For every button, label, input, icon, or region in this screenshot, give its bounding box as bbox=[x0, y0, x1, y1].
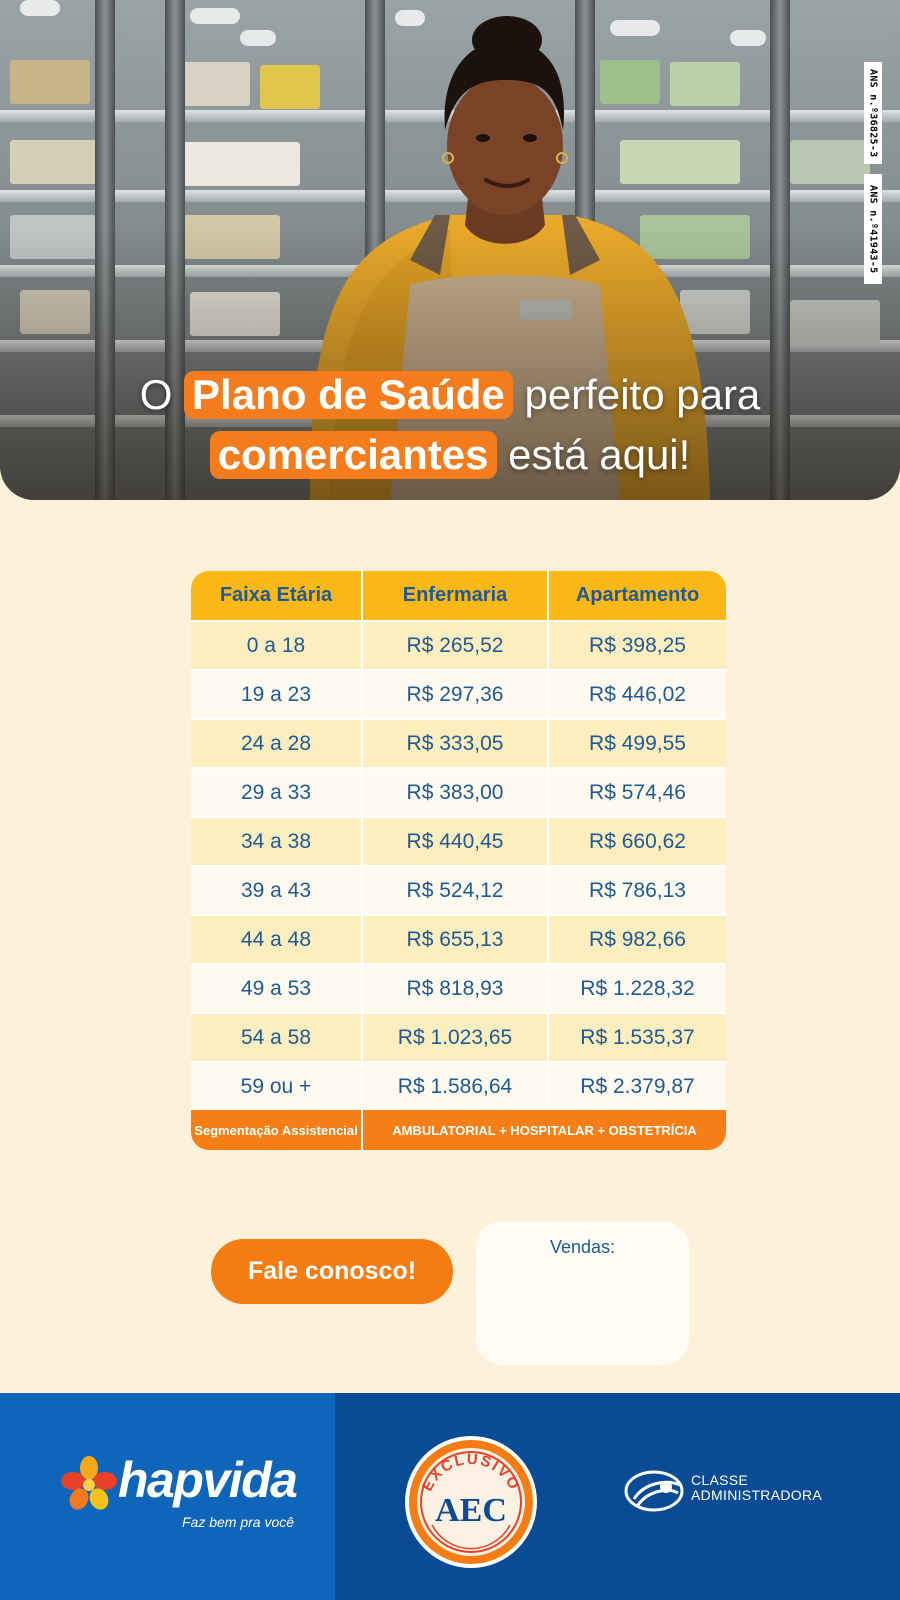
room-price-cell: R$ 446,02 bbox=[549, 671, 726, 718]
room-price-cell: R$ 982,66 bbox=[549, 916, 726, 963]
room-price-cell: R$ 786,13 bbox=[549, 867, 726, 914]
segmentation-value: AMBULATORIAL + HOSPITALAR + OBSTETRÍCIA bbox=[363, 1110, 726, 1150]
exclusivo-aec-seal: EXCLUSIVO AEC bbox=[405, 1436, 537, 1568]
age-range-cell: 49 a 53 bbox=[191, 965, 363, 1012]
table-row: 24 a 28 R$ 333,05 R$ 499,55 bbox=[191, 718, 726, 767]
age-range-cell: 34 a 38 bbox=[191, 818, 363, 865]
table-row: 49 a 53 R$ 818,93 R$ 1.228,32 bbox=[191, 963, 726, 1012]
ward-price-cell: R$ 297,36 bbox=[363, 671, 549, 718]
ans-registration-2: ANS n.º41943-5 bbox=[864, 174, 882, 284]
table-row: 19 a 23 R$ 297,36 R$ 446,02 bbox=[191, 669, 726, 718]
ward-price-cell: R$ 333,05 bbox=[363, 720, 549, 767]
age-range-cell: 59 ou + bbox=[191, 1063, 363, 1110]
table-row: 29 a 33 R$ 383,00 R$ 574,46 bbox=[191, 767, 726, 816]
classe-line2: ADMINISTRADORA bbox=[691, 1487, 822, 1503]
footer-brands: hapvida Faz bem pra você EXCLUSIVO AEC C… bbox=[0, 1393, 900, 1600]
room-price-cell: R$ 398,25 bbox=[549, 622, 726, 669]
headline-suffix-2: está aqui! bbox=[508, 431, 691, 478]
classe-logo-icon bbox=[624, 1470, 684, 1512]
seal-center-text: AEC bbox=[435, 1492, 507, 1529]
contact-us-button[interactable]: Fale conosco! bbox=[211, 1239, 453, 1304]
room-price-cell: R$ 1.228,32 bbox=[549, 965, 726, 1012]
ans-registration-1: ANS n.º36825-3 bbox=[864, 62, 882, 164]
headline-suffix-1: perfeito para bbox=[524, 371, 761, 418]
room-price-cell: R$ 1.535,37 bbox=[549, 1014, 726, 1061]
hapvida-tagline: Faz bem pra você bbox=[182, 1514, 295, 1530]
age-range-cell: 39 a 43 bbox=[191, 867, 363, 914]
table-body: 0 a 18 R$ 265,52 R$ 398,25 19 a 23 R$ 297,36… bbox=[191, 620, 726, 1110]
headline-prefix: O bbox=[139, 371, 173, 418]
ans-registration-labels: ANS n.º36825-3 ANS n.º41943-5 bbox=[864, 62, 882, 284]
ward-price-cell: R$ 440,45 bbox=[363, 818, 549, 865]
hapvida-flower-icon bbox=[61, 1456, 117, 1510]
table-header-ward: Enfermaria bbox=[363, 571, 549, 620]
ward-price-cell: R$ 524,12 bbox=[363, 867, 549, 914]
age-range-cell: 44 a 48 bbox=[191, 916, 363, 963]
ward-price-cell: R$ 818,93 bbox=[363, 965, 549, 1012]
ward-price-cell: R$ 1.023,65 bbox=[363, 1014, 549, 1061]
table-row: 0 a 18 R$ 265,52 R$ 398,25 bbox=[191, 620, 726, 669]
sales-contact-box: Vendas: bbox=[476, 1221, 689, 1365]
ward-price-cell: R$ 265,52 bbox=[363, 622, 549, 669]
age-range-cell: 29 a 33 bbox=[191, 769, 363, 816]
sales-label: Vendas: bbox=[549, 1237, 616, 1257]
table-footer-row: Segmentação Assistencial AMBULATORIAL + … bbox=[191, 1110, 726, 1150]
room-price-cell: R$ 660,62 bbox=[549, 818, 726, 865]
age-range-cell: 24 a 28 bbox=[191, 720, 363, 767]
room-price-cell: R$ 574,46 bbox=[549, 769, 726, 816]
table-row: 34 a 38 R$ 440,45 R$ 660,62 bbox=[191, 816, 726, 865]
hapvida-logo: hapvida bbox=[118, 1452, 298, 1508]
age-range-cell: 54 a 58 bbox=[191, 1014, 363, 1061]
ward-price-cell: R$ 1.586,64 bbox=[363, 1063, 549, 1110]
hero-headline: O Plano de Saúde perfeito para comercian… bbox=[0, 365, 900, 485]
ward-price-cell: R$ 383,00 bbox=[363, 769, 549, 816]
table-header-age: Faixa Etária bbox=[191, 571, 363, 620]
table-row: 59 ou + R$ 1.586,64 R$ 2.379,87 bbox=[191, 1061, 726, 1110]
segmentation-label: Segmentação Assistencial bbox=[191, 1110, 363, 1150]
table-row: 54 a 58 R$ 1.023,65 R$ 1.535,37 bbox=[191, 1012, 726, 1061]
age-range-cell: 19 a 23 bbox=[191, 671, 363, 718]
table-row: 44 a 48 R$ 655,13 R$ 982,66 bbox=[191, 914, 726, 963]
price-table: Faixa Etária Enfermaria Apartamento 0 a … bbox=[191, 571, 726, 1150]
headline-highlight-merchants: comerciantes bbox=[209, 431, 497, 479]
ward-price-cell: R$ 655,13 bbox=[363, 916, 549, 963]
table-header-row: Faixa Etária Enfermaria Apartamento bbox=[191, 571, 726, 620]
headline-highlight-plan: Plano de Saúde bbox=[184, 371, 513, 419]
room-price-cell: R$ 499,55 bbox=[549, 720, 726, 767]
table-header-room: Apartamento bbox=[549, 571, 726, 620]
table-row: 39 a 43 R$ 524,12 R$ 786,13 bbox=[191, 865, 726, 914]
hero-banner: ANS n.º36825-3 ANS n.º41943-5 O Plano de… bbox=[0, 0, 900, 500]
age-range-cell: 0 a 18 bbox=[191, 622, 363, 669]
classe-line1: CLASSE bbox=[691, 1472, 749, 1488]
room-price-cell: R$ 2.379,87 bbox=[549, 1063, 726, 1110]
classe-administradora-logo: CLASSE ADMINISTRADORA bbox=[691, 1473, 822, 1503]
